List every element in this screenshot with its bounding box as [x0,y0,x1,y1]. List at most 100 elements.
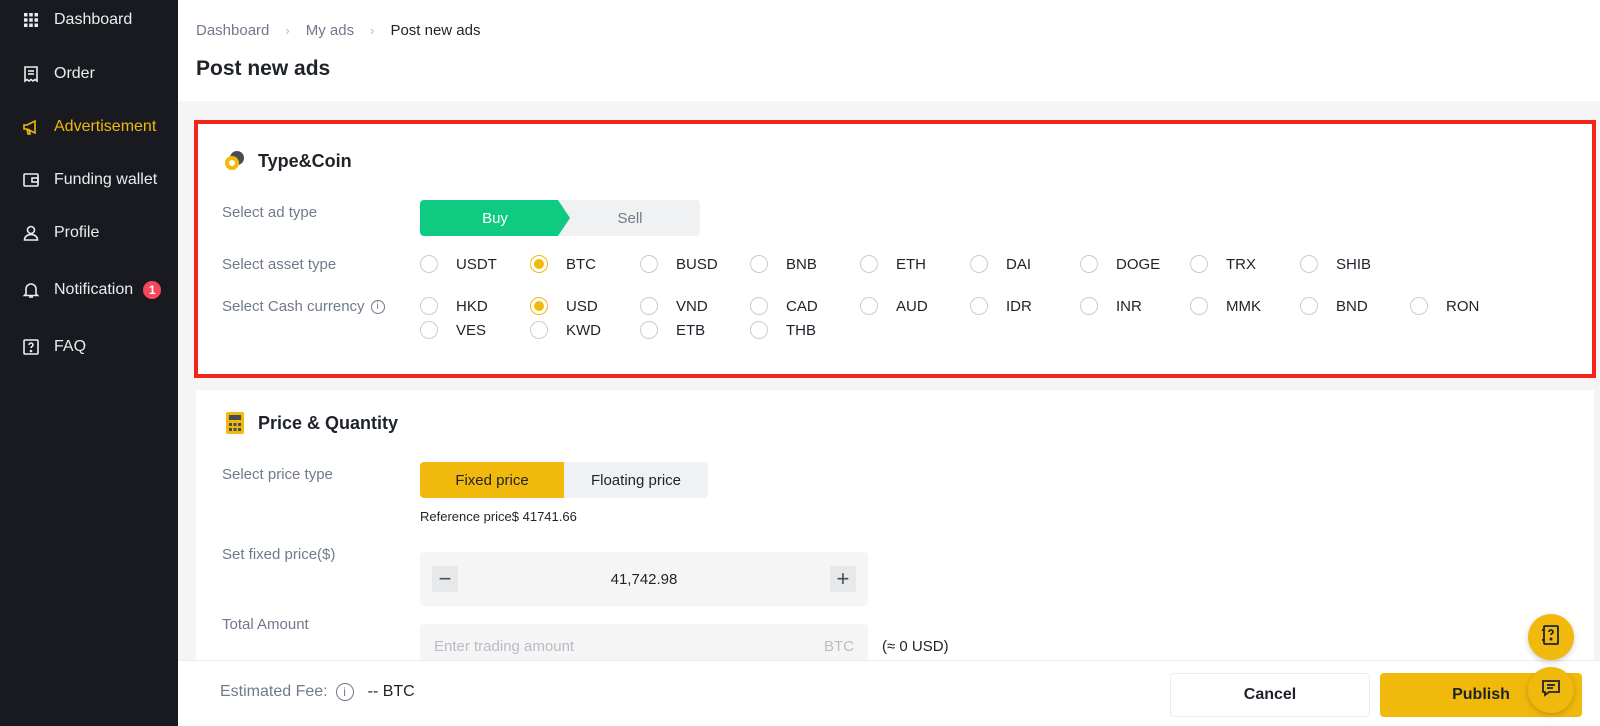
sidebar-item-order[interactable]: Order [0,54,178,94]
breadcrumb-dashboard[interactable]: Dashboard [196,22,269,39]
currency-radio-etb[interactable]: ETB [640,321,705,339]
radio-label: BUSD [676,255,718,273]
fixed-price-value[interactable]: 41,742.98 [611,571,678,588]
book-icon [1540,624,1562,651]
floating-price-button[interactable]: Floating price [564,462,708,498]
sidebar-item-advertisement[interactable]: Advertisement [0,107,178,147]
fee-label: Estimated Fee: [220,683,328,700]
radio-label: VND [676,297,708,315]
currency-radio-inr[interactable]: INR [1080,297,1142,315]
asset-radio-trx[interactable]: TRX [1190,255,1256,273]
radio-label: DAI [1006,255,1032,273]
radio-label: AUD [896,297,928,315]
radio-circle [970,297,988,315]
calculator-icon [222,410,248,436]
asset-type-label: Select asset type [222,256,337,273]
amount-unit: BTC [824,637,854,655]
chat-float-button[interactable] [1528,667,1574,713]
currency-radio-ron[interactable]: RON [1410,297,1479,315]
fee-value: -- BTC [367,683,415,700]
currency-radio-aud[interactable]: AUD [860,297,928,315]
radio-label: CAD [786,297,818,315]
breadcrumb-my-ads[interactable]: My ads [306,22,354,39]
asset-radio-btc[interactable]: BTC [530,255,596,273]
user-icon [22,224,40,242]
currency-radio-ves[interactable]: VES [420,321,486,339]
increment-button[interactable]: + [829,566,856,592]
radio-circle [1410,297,1428,315]
price-type-label: Select price type [222,466,333,483]
reference-price: Reference price$ 41741.66 [420,509,577,524]
radio-label: IDR [1006,297,1032,315]
radio-label: DOGE [1116,255,1161,273]
sell-button[interactable]: Sell [560,200,700,236]
radio-circle [1190,297,1208,315]
page-header: Dashboard › My ads › Post new ads Post n… [178,0,1600,101]
total-amount-label: Total Amount [222,616,309,633]
type-coin-title: Type&Coin [222,148,352,174]
radio-label: ETH [896,255,926,273]
currency-radio-usd[interactable]: USD [530,297,598,315]
radio-circle [970,255,988,273]
radio-label: USDT [456,255,497,273]
radio-circle [1190,255,1208,273]
price-quantity-title: Price & Quantity [222,410,398,436]
asset-radio-usdt[interactable]: USDT [420,255,497,273]
section-title-text: Type&Coin [258,150,352,171]
total-amount-input[interactable] [434,637,774,655]
currency-radio-hkd[interactable]: HKD [420,297,488,315]
receipt-icon [22,65,40,83]
cash-currency-label: Select Cash currency i [222,298,385,315]
currency-radio-thb[interactable]: THB [750,321,816,339]
breadcrumb: Dashboard › My ads › Post new ads [196,22,481,39]
type-coin-card: Type&Coin Select ad type Buy Sell Select… [194,120,1596,378]
asset-radio-busd[interactable]: BUSD [640,255,718,273]
radio-circle [860,297,878,315]
guide-float-button[interactable] [1528,614,1574,660]
asset-radio-eth[interactable]: ETH [860,255,926,273]
radio-circle [1300,255,1318,273]
sidebar-item-faq[interactable]: FAQ [0,327,178,367]
sidebar-item-notification[interactable]: Notification 1 [0,270,178,310]
currency-radio-idr[interactable]: IDR [970,297,1032,315]
fixed-price-button[interactable]: Fixed price [420,462,564,498]
question-icon [22,338,40,356]
sidebar-item-profile[interactable]: Profile [0,213,178,253]
asset-radio-doge[interactable]: DOGE [1080,255,1160,273]
sidebar-item-label: Dashboard [54,11,133,28]
currency-radio-kwd[interactable]: KWD [530,321,601,339]
radio-label: BTC [566,255,596,273]
decrement-button[interactable]: − [432,566,458,592]
info-icon[interactable]: i [370,299,385,314]
radio-label: HKD [456,297,488,315]
currency-radio-cad[interactable]: CAD [750,297,818,315]
sidebar-item-funding-wallet[interactable]: Funding wallet [0,160,178,200]
info-icon[interactable]: i [335,683,354,701]
asset-radio-dai[interactable]: DAI [970,255,1031,273]
radio-label: MMK [1226,297,1261,315]
radio-circle [640,297,658,315]
asset-radio-bnb[interactable]: BNB [750,255,817,273]
radio-label: RON [1446,297,1480,315]
radio-label: SHIB [1336,255,1372,273]
chat-icon [1540,677,1562,704]
radio-circle [750,255,768,273]
radio-label: VES [456,321,487,339]
sidebar-item-label: Funding wallet [54,171,158,188]
sidebar-item-label: Order [54,65,95,82]
sidebar-item-label: Advertisement [54,118,157,135]
currency-radio-vnd[interactable]: VND [640,297,708,315]
radio-label: TRX [1226,255,1256,273]
page-title: Post new ads [196,57,331,80]
asset-radio-shib[interactable]: SHIB [1300,255,1371,273]
currency-radio-mmk[interactable]: MMK [1190,297,1261,315]
fixed-price-label: Set fixed price($) [222,546,336,563]
radio-circle [1080,255,1098,273]
sidebar-item-dashboard[interactable]: Dashboard [0,0,178,40]
cancel-button[interactable]: Cancel [1170,673,1370,717]
radio-circle [640,321,658,339]
buy-button[interactable]: Buy [420,200,570,236]
radio-circle [860,255,878,273]
section-title-text: Price & Quantity [258,412,399,433]
currency-radio-bnd[interactable]: BND [1300,297,1368,315]
